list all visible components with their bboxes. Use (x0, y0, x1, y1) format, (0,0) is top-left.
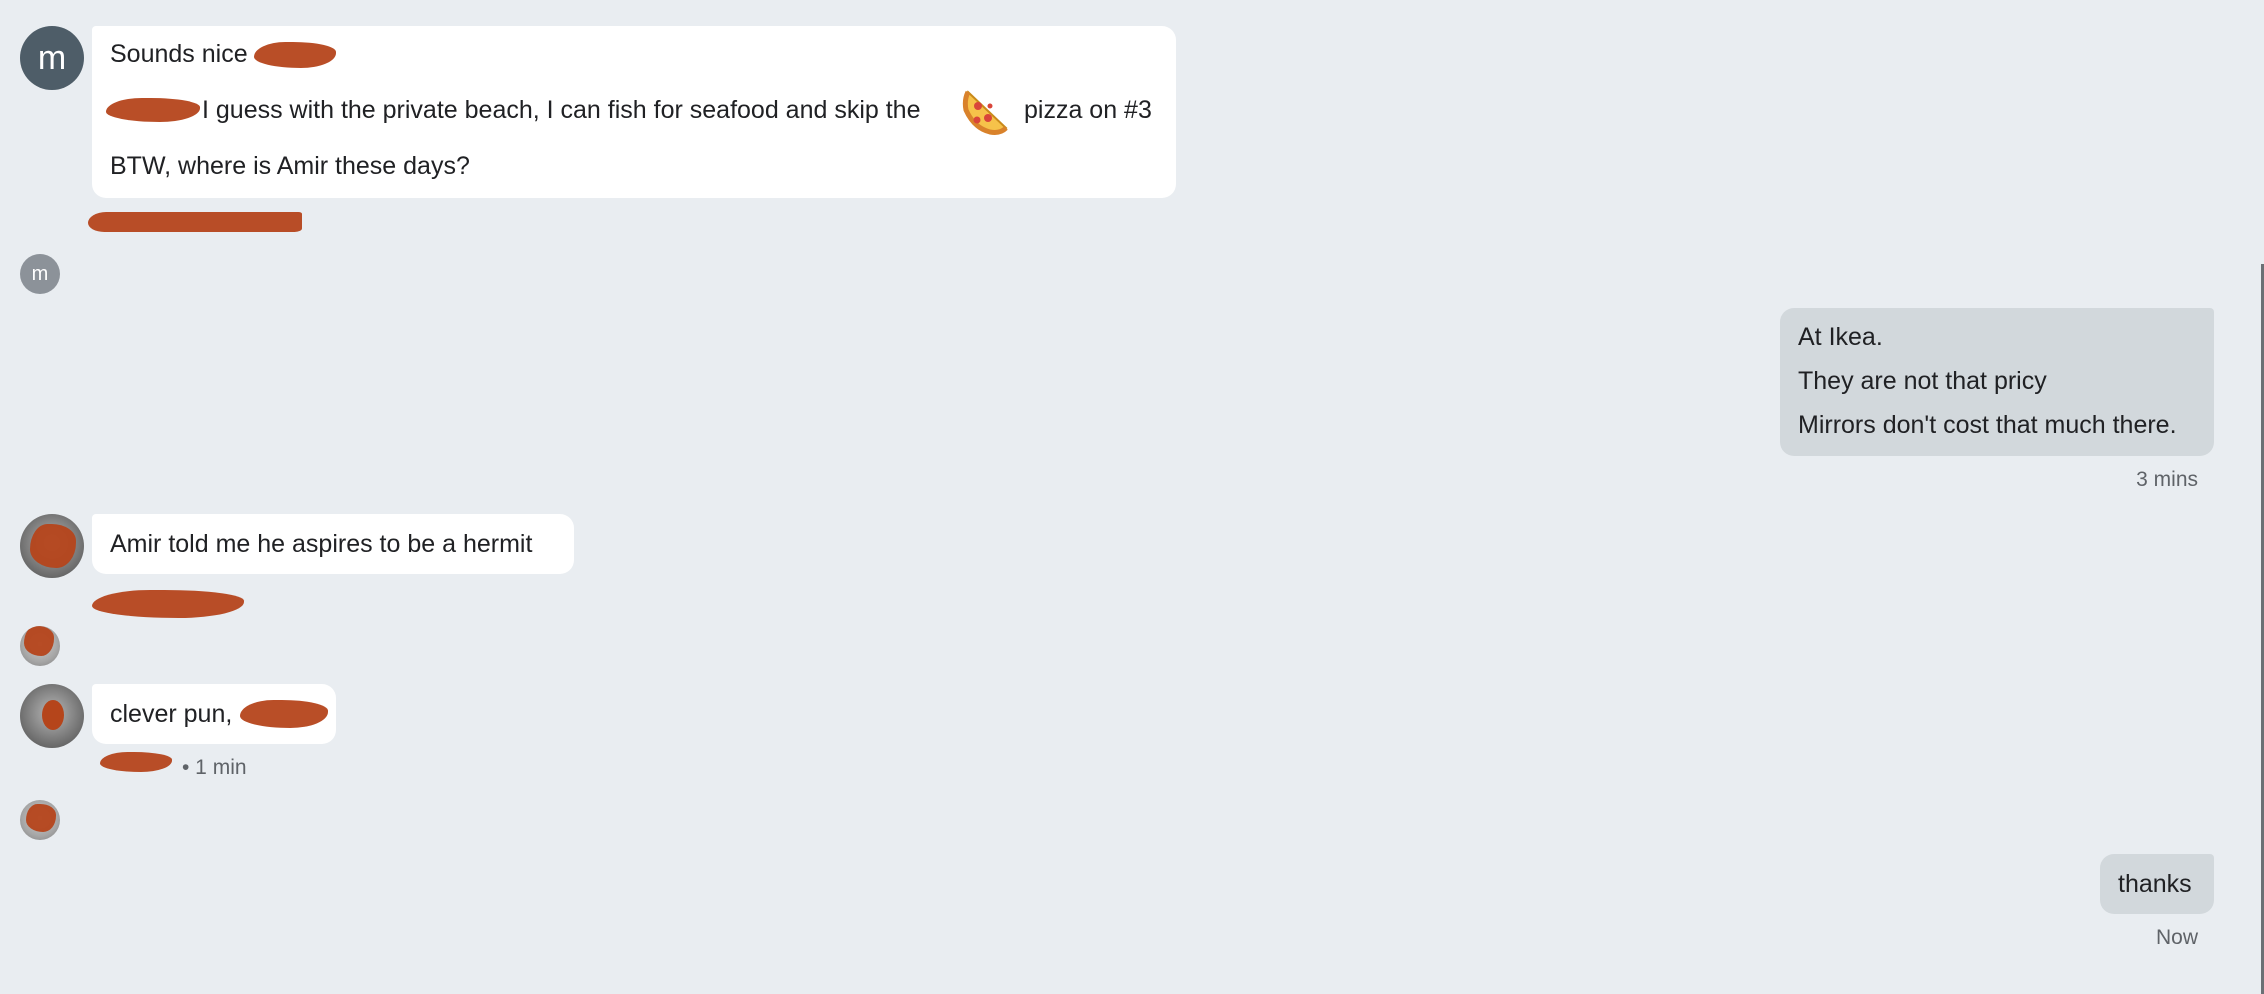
message-bubble-5[interactable]: thanks (2100, 854, 2214, 914)
message-line: At Ikea. (1798, 323, 1883, 351)
avatar-initial: m (37, 38, 67, 77)
redaction-mark (26, 804, 56, 832)
message-line: BTW, where is Amir these days? (110, 152, 470, 180)
read-receipt-avatar (20, 626, 60, 666)
message-line: pizza on #3 (1024, 96, 1152, 124)
message-timestamp: Now (2155, 926, 2198, 949)
redaction-mark (92, 590, 244, 618)
message-line: I guess with the private beach, I can fi… (202, 96, 921, 124)
redaction-mark (254, 42, 336, 68)
message-bubble-3[interactable]: Amir told me he aspires to be a hermit (92, 514, 574, 574)
pizza-emoji-icon (962, 90, 1008, 135)
message-bubble-2[interactable]: At Ikea. They are not that pricy Mirrors… (1780, 308, 2214, 456)
redaction-mark (24, 626, 54, 656)
redaction-mark (106, 98, 200, 122)
message-line: Amir told me he aspires to be a hermit (110, 530, 533, 558)
redaction-mark (100, 752, 172, 772)
message-line: clever pun, (110, 700, 233, 728)
message-timestamp: 3 mins (2136, 468, 2198, 491)
conversation-thread: m Sounds nice I guess with the private b… (0, 0, 2264, 994)
sender-avatar[interactable] (20, 684, 84, 748)
redaction-mark (240, 700, 328, 728)
sender-avatar-m[interactable]: m (20, 26, 84, 90)
redaction-mark (30, 524, 76, 568)
redaction-mark (42, 700, 64, 730)
redaction-mark (88, 212, 302, 232)
message-line: Mirrors don't cost that much there. (1798, 411, 2177, 439)
avatar-initial: m (31, 262, 49, 285)
message-line: Sounds nice (110, 40, 248, 68)
message-line: They are not that pricy (1798, 367, 2047, 395)
message-meta: • 1 min (182, 756, 247, 779)
read-receipt-avatar: m (20, 254, 60, 294)
sender-avatar[interactable] (20, 514, 84, 578)
read-receipt-avatar (20, 800, 60, 840)
message-line: thanks (2118, 870, 2192, 898)
